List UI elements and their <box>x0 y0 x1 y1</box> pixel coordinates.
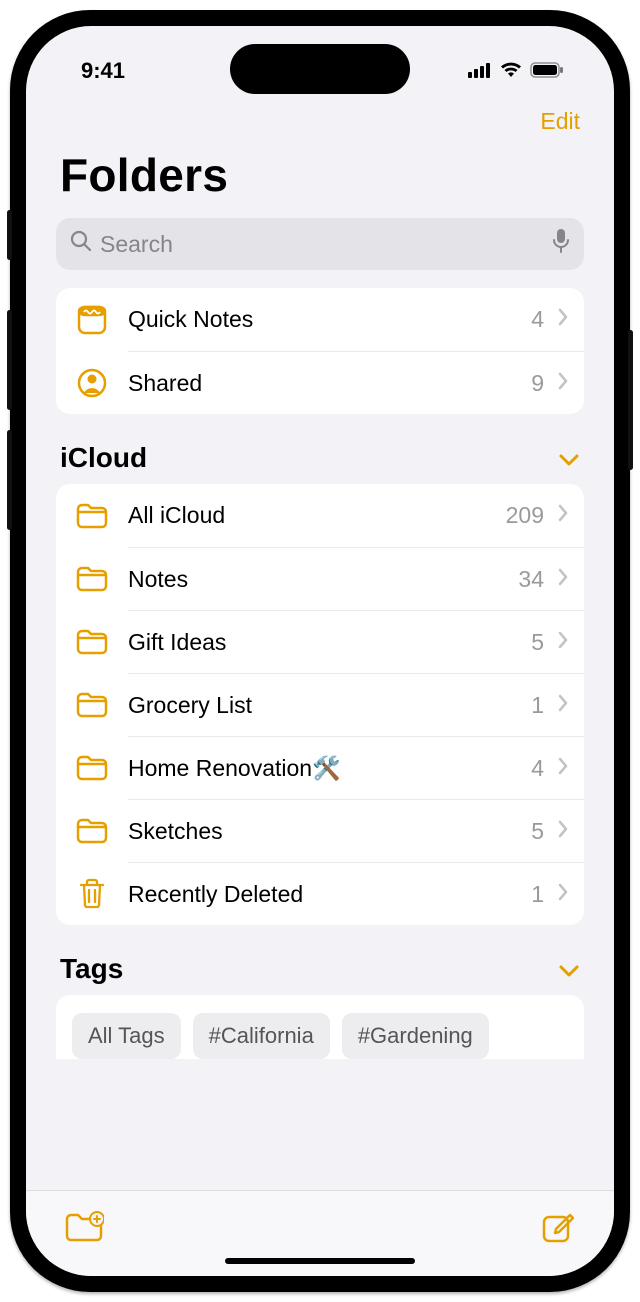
chevron-right-icon <box>558 504 568 527</box>
folder-label: Recently Deleted <box>128 881 517 908</box>
folder-label: Grocery List <box>128 692 517 719</box>
chevron-right-icon <box>558 694 568 717</box>
folder-count: 5 <box>531 818 544 845</box>
search-placeholder: Search <box>100 231 173 258</box>
chevron-right-icon <box>558 308 568 331</box>
home-indicator[interactable] <box>225 1258 415 1264</box>
folder-row-shared[interactable]: Shared 9 <box>56 351 584 414</box>
folder-count: 1 <box>531 692 544 719</box>
folder-label: Gift Ideas <box>128 629 517 656</box>
top-items-card: Quick Notes 4 Shared 9 <box>56 288 584 414</box>
folder-count: 4 <box>531 755 544 782</box>
chevron-right-icon <box>558 757 568 780</box>
tag-chip[interactable]: All Tags <box>72 1013 181 1059</box>
folder-row[interactable]: Grocery List 1 <box>56 673 584 736</box>
cellular-icon <box>468 58 492 84</box>
section-header-tags[interactable]: Tags <box>56 953 584 995</box>
search-icon <box>70 230 92 258</box>
edit-button[interactable]: Edit <box>540 108 580 135</box>
folder-icon <box>74 624 110 660</box>
folder-label: Home Renovation🛠️ <box>128 755 517 782</box>
quicknote-icon <box>74 302 110 338</box>
icloud-card: All iCloud 209 Notes 34 <box>56 484 584 925</box>
folder-row[interactable]: All iCloud 209 <box>56 484 584 547</box>
folder-count: 9 <box>531 370 544 397</box>
chevron-right-icon <box>558 631 568 654</box>
chevron-down-icon <box>558 442 580 474</box>
folder-icon <box>74 561 110 597</box>
chevron-right-icon <box>558 883 568 906</box>
chevron-down-icon <box>558 953 580 985</box>
status-time: 9:41 <box>81 58 125 84</box>
mic-icon[interactable] <box>552 228 570 260</box>
tags-card: All Tags #California #Gardening <box>56 995 584 1059</box>
section-title: Tags <box>60 953 123 985</box>
section-title: iCloud <box>60 442 147 474</box>
folder-row[interactable]: Gift Ideas 5 <box>56 610 584 673</box>
battery-icon <box>530 58 564 84</box>
folder-row[interactable]: Notes 34 <box>56 547 584 610</box>
folder-icon <box>74 687 110 723</box>
folder-row-quick-notes[interactable]: Quick Notes 4 <box>56 288 584 351</box>
folder-row[interactable]: Home Renovation🛠️ 4 <box>56 736 584 799</box>
chevron-right-icon <box>558 820 568 843</box>
page-title: Folders <box>26 143 614 218</box>
folder-icon <box>74 498 110 534</box>
folder-count: 4 <box>531 306 544 333</box>
folder-label: Sketches <box>128 818 517 845</box>
trash-icon <box>74 876 110 912</box>
tag-chip[interactable]: #California <box>193 1013 330 1059</box>
folder-label: All iCloud <box>128 502 492 529</box>
folder-row-recently-deleted[interactable]: Recently Deleted 1 <box>56 862 584 925</box>
tag-chip[interactable]: #Gardening <box>342 1013 489 1059</box>
section-header-icloud[interactable]: iCloud <box>56 442 584 484</box>
folder-row[interactable]: Sketches 5 <box>56 799 584 862</box>
new-folder-button[interactable] <box>64 1210 104 1249</box>
wifi-icon <box>499 58 523 84</box>
folder-label: Quick Notes <box>128 306 517 333</box>
folder-label: Notes <box>128 566 504 593</box>
folder-icon <box>74 813 110 849</box>
shared-icon <box>74 365 110 401</box>
folder-icon <box>74 750 110 786</box>
folder-count: 5 <box>531 629 544 656</box>
folder-count: 1 <box>531 881 544 908</box>
folder-count: 209 <box>506 502 544 529</box>
compose-button[interactable] <box>540 1209 576 1250</box>
chevron-right-icon <box>558 568 568 591</box>
folder-count: 34 <box>518 566 544 593</box>
folder-label: Shared <box>128 370 517 397</box>
search-input[interactable]: Search <box>56 218 584 270</box>
chevron-right-icon <box>558 372 568 395</box>
